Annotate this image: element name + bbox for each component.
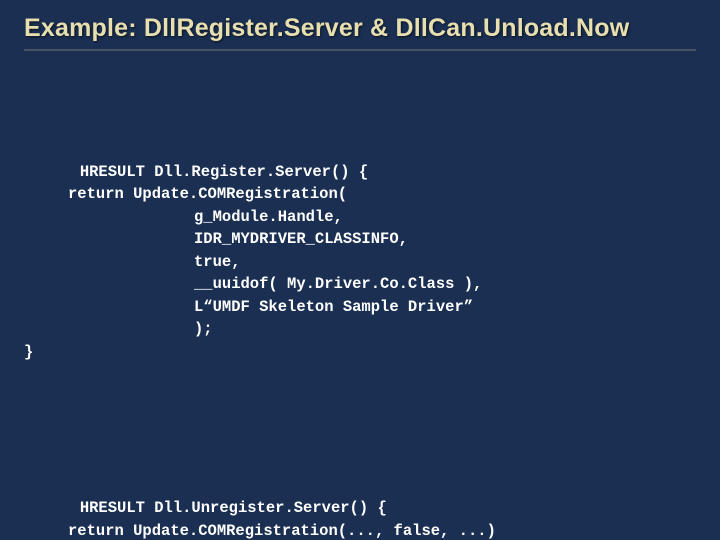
- code-area: HRESULT Dll.Register.Server() { return U…: [24, 71, 696, 540]
- code-line: return Update.COMRegistration(..., false…: [24, 520, 696, 540]
- slide-title: Example: DllRegister.Server & DllCan.Unl…: [24, 14, 696, 43]
- code-line: return Update.COMRegistration(: [24, 183, 696, 205]
- code-block-register: HRESULT Dll.Register.Server() { return U…: [24, 138, 696, 385]
- code-line: g_Module.Handle,: [24, 206, 696, 228]
- code-line: );: [24, 318, 696, 340]
- code-line: L“UMDF Skeleton Sample Driver”: [24, 296, 696, 318]
- title-rule: [24, 49, 696, 51]
- slide: Example: DllRegister.Server & DllCan.Unl…: [0, 0, 720, 540]
- code-line: __uuidof( My.Driver.Co.Class ),: [24, 273, 696, 295]
- code-line: true,: [24, 251, 696, 273]
- code-line: HRESULT Dll.Register.Server() {: [80, 163, 368, 181]
- code-line: IDR_MYDRIVER_CLASSINFO,: [24, 228, 696, 250]
- code-line: }: [24, 343, 33, 361]
- code-line: HRESULT Dll.Unregister.Server() {: [80, 499, 387, 517]
- code-block-unregister: HRESULT Dll.Unregister.Server() { return…: [24, 475, 696, 540]
